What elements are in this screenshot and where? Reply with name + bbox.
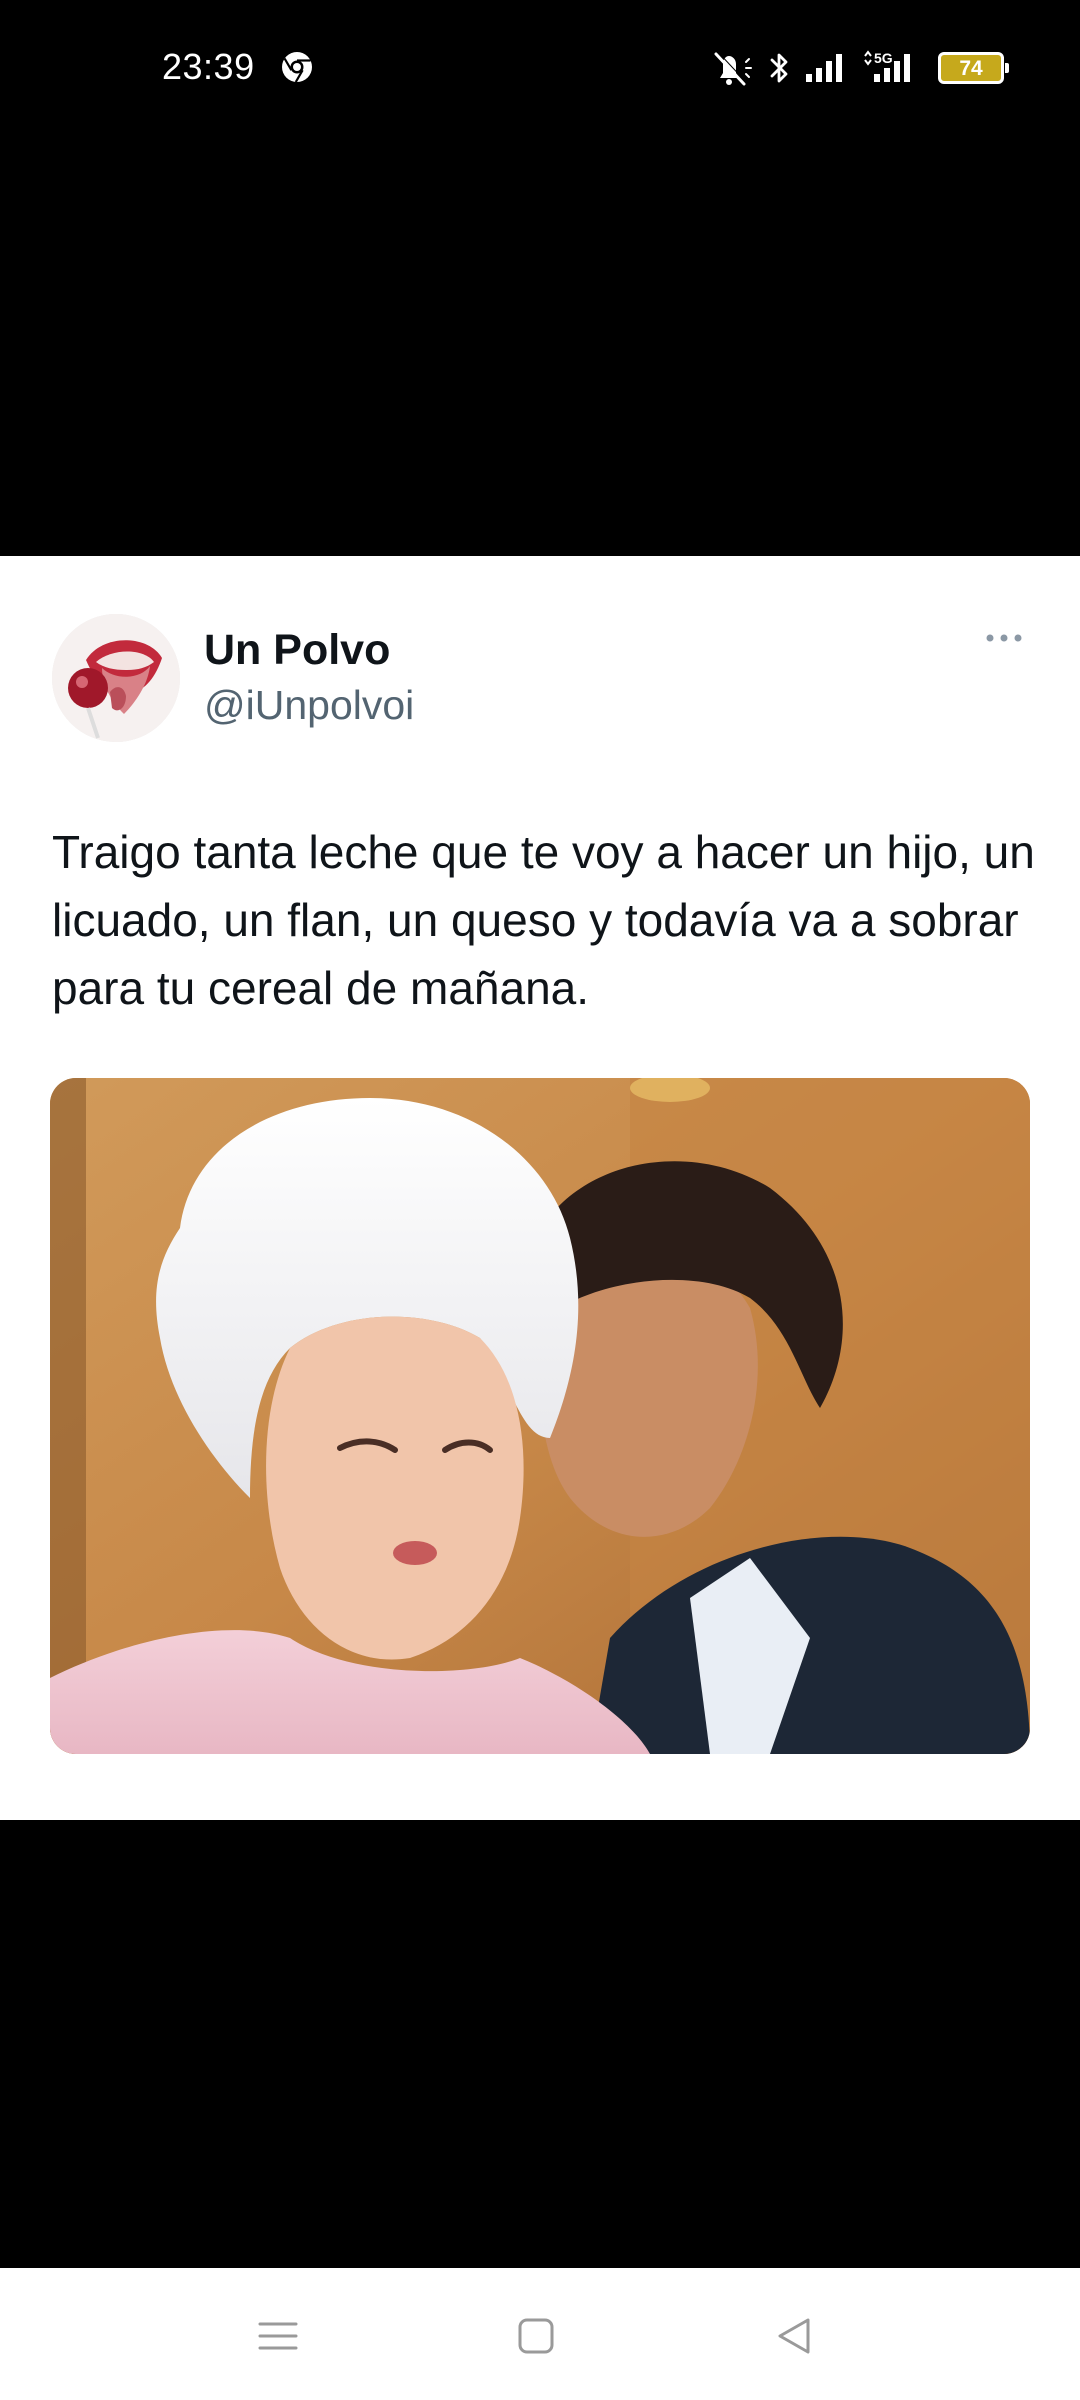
tweet-media[interactable] (50, 1078, 1030, 1754)
tweet-photo (50, 1078, 1030, 1754)
battery-icon: 74 (938, 52, 1009, 84)
network-label: 5G (874, 50, 893, 66)
user-handle[interactable]: @iUnpolvoi (204, 682, 414, 729)
mute-icon (714, 51, 752, 86)
display-name[interactable]: Un Polvo (204, 626, 390, 675)
more-horizontal-icon[interactable] (982, 630, 1026, 646)
status-bar: 23:39 5G 74 (0, 0, 1080, 140)
tweet-text: Traigo tanta leche que te voy a hacer un… (52, 826, 1035, 1014)
menu-icon (258, 2322, 298, 2350)
home-square-icon (518, 2318, 554, 2354)
battery-level: 74 (959, 56, 983, 80)
chrome-icon (282, 52, 312, 83)
signal-5g-icon: 5G (864, 50, 910, 82)
back-triangle-icon (778, 2318, 810, 2354)
status-time: 23:39 (162, 46, 255, 87)
nav-back-button[interactable] (764, 2306, 824, 2366)
status-icons: 5G 74 (708, 48, 1009, 88)
avatar-image (52, 614, 180, 742)
navigation-bar (0, 2268, 1080, 2400)
bluetooth-icon (770, 53, 788, 83)
tweet-card[interactable]: Un Polvo @iUnpolvoi Traigo tanta leche q… (0, 556, 1080, 1820)
signal-icon (806, 54, 842, 82)
avatar[interactable] (52, 614, 180, 742)
nav-menu-button[interactable] (248, 2306, 308, 2366)
nav-home-button[interactable] (506, 2306, 566, 2366)
